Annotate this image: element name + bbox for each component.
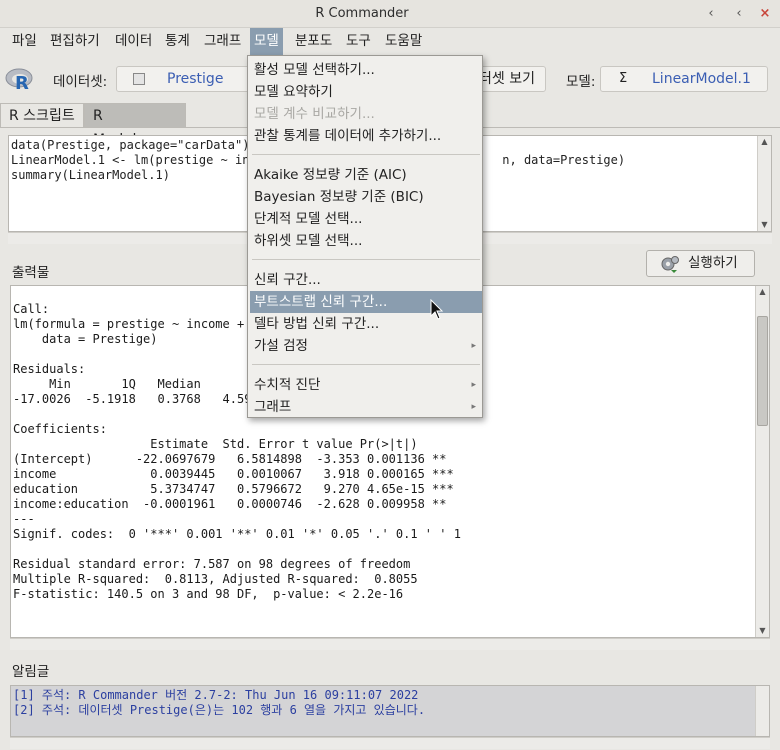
menu-item[interactable]: 그래프 ▸ [250,396,482,418]
menu-separator [252,364,480,365]
menu-item-label: 활성 모델 선택하기... [254,62,375,78]
menu-separator [252,259,480,260]
gear-icon [661,256,679,273]
dataset-selector[interactable]: Prestige [116,66,252,92]
svg-text:R: R [15,73,29,93]
menu-item-label: 단계적 모델 선택... [254,211,363,227]
tab-r-markdown[interactable]: R Markdown [84,103,186,148]
script-vertical-scrollbar[interactable]: ▲ ▼ [757,136,771,231]
menu-graphs[interactable]: 그래프 [200,28,245,55]
messages-horizontal-scrollbar[interactable] [10,737,770,749]
scroll-thumb[interactable] [757,316,768,426]
scroll-up-icon[interactable]: ▲ [756,286,769,298]
messages-vertical-scrollbar[interactable] [755,686,769,736]
menu-item-label: 모델 계수 비교하기... [254,106,375,122]
menu-statistics[interactable]: 통계 [161,28,194,55]
menu-help[interactable]: 도움말 [381,28,426,55]
menu-item-label: 모델 요약하기 [254,84,333,100]
model-selector[interactable]: Σ LinearModel.1 [600,66,768,92]
menu-item-label: Bayesian 정보량 기준 (BIC) [254,189,424,205]
menu-item-label: 수치적 진단 [254,377,321,393]
menu-item[interactable]: Akaike 정보량 기준 (AIC) [250,164,482,186]
menu-item[interactable]: Bayesian 정보량 기준 (BIC) [250,186,482,208]
run-button[interactable]: 실행하기 [646,250,755,277]
menu-item[interactable]: 가설 검정 ▸ [250,335,482,357]
menu-item[interactable]: 활성 모델 선택하기... [250,59,482,81]
messages-label: 알림글 [12,664,50,680]
menu-item-label: 신뢰 구간... [254,272,321,288]
menu-models[interactable]: 모델 [250,28,283,55]
menu-separator [252,154,480,155]
sigma-icon: Σ [619,71,628,86]
model-label: 모델: [566,74,596,90]
menu-item-label: 델타 방법 신뢰 구간... [254,316,380,332]
output-horizontal-scrollbar[interactable] [10,638,770,650]
messages-pane[interactable]: [1] 주석: R Commander 버전 2.7-2: Thu Jun 16… [10,685,770,737]
menu-item[interactable]: 델타 방법 신뢰 구간... [250,313,482,335]
menu-item[interactable]: 수치적 진단 ▸ [250,374,482,396]
menu-item-label: Akaike 정보량 기준 (AIC) [254,167,407,183]
scroll-up-icon[interactable]: ▲ [758,136,771,148]
messages-text: [1] 주석: R Commander 버전 2.7-2: Thu Jun 16… [13,688,426,717]
scroll-down-icon[interactable]: ▼ [758,219,771,231]
menu-item-label: 관찰 통계를 데이터에 추가하기... [254,128,442,144]
maximize-button[interactable]: ‹ [730,5,748,23]
dataset-value: Prestige [167,71,224,87]
window-title: R Commander [315,6,409,21]
submenu-arrow-icon: ▸ [471,402,476,412]
menu-edit[interactable]: 편집하기 [46,28,104,55]
menu-distributions[interactable]: 분포도 [291,28,336,55]
menu-tools[interactable]: 도구 [342,28,375,55]
menu-item[interactable]: 하위셋 모델 선택... [250,230,482,252]
scroll-down-icon[interactable]: ▼ [756,625,769,637]
menu-item[interactable]: 관찰 통계를 데이터에 추가하기... [250,125,482,147]
model-value: LinearModel.1 [652,71,751,87]
menu-data[interactable]: 데이터 [111,28,156,55]
menu-item-label: 하위셋 모델 선택... [254,233,363,249]
mouse-cursor-icon [430,299,444,320]
submenu-arrow-icon: ▸ [471,341,476,351]
model-menu-dropdown: 활성 모델 선택하기... 모델 요약하기모델 계수 비교하기... 관찰 통계를 … [247,55,483,418]
minimize-button[interactable]: ‹ [702,5,720,23]
menu-item[interactable]: 단계적 모델 선택... [250,208,482,230]
dataset-label: 데이터셋: [53,74,108,90]
output-label: 출력물 [12,265,50,281]
close-button[interactable]: × [756,5,774,23]
table-icon [133,73,145,85]
tab-r-script[interactable]: R 스크립트 [0,103,84,128]
menu-item[interactable]: 모델 요약하기 [250,81,482,103]
r-logo-icon: R [5,68,33,93]
menu-file[interactable]: 파일 [8,28,41,55]
menu-item: 모델 계수 비교하기... [250,103,482,125]
menu-item-label: 부트스트랩 신뢰 구간... [254,294,388,310]
menu-item-label: 그래프 [254,399,292,415]
output-vertical-scrollbar[interactable]: ▲ ▼ [755,286,769,637]
submenu-arrow-icon: ▸ [471,380,476,390]
run-button-label: 실행하기 [688,255,738,271]
menu-item-label: 가설 검정 [254,338,308,354]
menu-item[interactable]: 부트스트랩 신뢰 구간... [250,291,482,313]
menu-item[interactable]: 신뢰 구간... [250,269,482,291]
